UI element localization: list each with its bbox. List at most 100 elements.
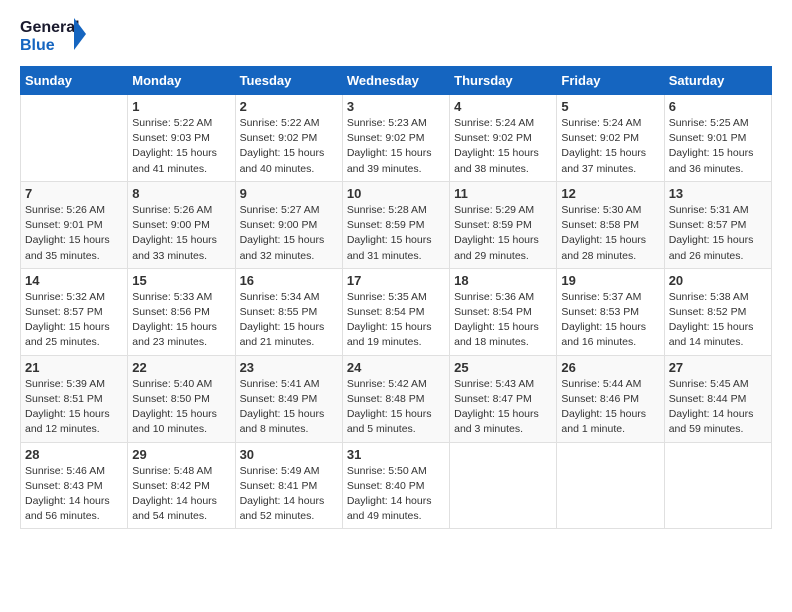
cell-details: Sunrise: 5:22 AMSunset: 9:03 PMDaylight:… bbox=[132, 116, 230, 177]
cell-details: Sunrise: 5:24 AMSunset: 9:02 PMDaylight:… bbox=[561, 116, 659, 177]
cell-details: Sunrise: 5:45 AMSunset: 8:44 PMDaylight:… bbox=[669, 377, 767, 438]
calendar-cell: 20Sunrise: 5:38 AMSunset: 8:52 PMDayligh… bbox=[664, 268, 771, 355]
day-number: 26 bbox=[561, 360, 659, 375]
day-number: 4 bbox=[454, 99, 552, 114]
calendar-cell: 28 Sunrise: 5:46 AMSunset: 8:43 PMDayligh… bbox=[21, 442, 128, 529]
calendar-week-row: 21 Sunrise: 5:39 AMSunset: 8:51 PMDayligh… bbox=[21, 355, 772, 442]
cell-details: Sunrise: 5:37 AMSunset: 8:53 PMDaylight:… bbox=[561, 290, 659, 351]
cell-details: Sunrise: 5:25 AMSunset: 9:01 PMDaylight:… bbox=[669, 116, 767, 177]
cell-details: Sunrise: 5:35 AMSunset: 8:54 PMDaylight:… bbox=[347, 290, 445, 351]
calendar-cell: 9Sunrise: 5:27 AMSunset: 9:00 PMDaylight… bbox=[235, 181, 342, 268]
calendar-cell: 11 Sunrise: 5:29 AMSunset: 8:59 PMDayligh… bbox=[450, 181, 557, 268]
calendar-cell: 22 Sunrise: 5:40 AMSunset: 8:50 PMDayligh… bbox=[128, 355, 235, 442]
day-number: 23 bbox=[240, 360, 338, 375]
day-number: 6 bbox=[669, 99, 767, 114]
cell-details: Sunrise: 5:24 AMSunset: 9:02 PMDaylight:… bbox=[454, 116, 552, 177]
cell-details: Sunrise: 5:44 AMSunset: 8:46 PMDaylight:… bbox=[561, 377, 659, 438]
cell-details: Sunrise: 5:36 AMSunset: 8:54 PMDaylight:… bbox=[454, 290, 552, 351]
day-number: 5 bbox=[561, 99, 659, 114]
cell-details: Sunrise: 5:33 AMSunset: 8:56 PMDaylight:… bbox=[132, 290, 230, 351]
day-number: 19 bbox=[561, 273, 659, 288]
cell-details: Sunrise: 5:31 AMSunset: 8:57 PMDaylight:… bbox=[669, 203, 767, 264]
calendar-cell: 16 Sunrise: 5:34 AMSunset: 8:55 PMDayligh… bbox=[235, 268, 342, 355]
day-number: 18 bbox=[454, 273, 552, 288]
calendar-cell: 1 Sunrise: 5:22 AMSunset: 9:03 PMDaylight… bbox=[128, 95, 235, 182]
day-number: 30 bbox=[240, 447, 338, 462]
svg-text:Blue: Blue bbox=[20, 37, 55, 54]
calendar-cell: 12 Sunrise: 5:30 AMSunset: 8:58 PMDayligh… bbox=[557, 181, 664, 268]
weekday-header: Friday bbox=[557, 67, 664, 95]
calendar-cell bbox=[450, 442, 557, 529]
cell-details: Sunrise: 5:46 AMSunset: 8:43 PMDaylight:… bbox=[25, 464, 123, 525]
day-number: 13 bbox=[669, 186, 767, 201]
day-number: 24 bbox=[347, 360, 445, 375]
cell-details: Sunrise: 5:42 AMSunset: 8:48 PMDaylight:… bbox=[347, 377, 445, 438]
cell-details: Sunrise: 5:50 AMSunset: 8:40 PMDaylight:… bbox=[347, 464, 445, 525]
cell-details: Sunrise: 5:48 AMSunset: 8:42 PMDaylight:… bbox=[132, 464, 230, 525]
calendar-cell: 15 Sunrise: 5:33 AMSunset: 8:56 PMDayligh… bbox=[128, 268, 235, 355]
calendar-cell: 19 Sunrise: 5:37 AMSunset: 8:53 PMDayligh… bbox=[557, 268, 664, 355]
day-number: 14 bbox=[25, 273, 123, 288]
day-number: 25 bbox=[454, 360, 552, 375]
calendar-cell: 7 Sunrise: 5:26 AMSunset: 9:01 PMDaylight… bbox=[21, 181, 128, 268]
calendar-cell: 27 Sunrise: 5:45 AMSunset: 8:44 PMDayligh… bbox=[664, 355, 771, 442]
calendar-cell: 5 Sunrise: 5:24 AMSunset: 9:02 PMDaylight… bbox=[557, 95, 664, 182]
day-number: 17 bbox=[347, 273, 445, 288]
cell-details: Sunrise: 5:34 AMSunset: 8:55 PMDaylight:… bbox=[240, 290, 338, 351]
cell-details: Sunrise: 5:41 AMSunset: 8:49 PMDaylight:… bbox=[240, 377, 338, 438]
weekday-header: Monday bbox=[128, 67, 235, 95]
cell-details: Sunrise: 5:27 AMSunset: 9:00 PMDaylight:… bbox=[240, 203, 338, 264]
calendar-cell: 31 Sunrise: 5:50 AMSunset: 8:40 PMDayligh… bbox=[342, 442, 449, 529]
cell-details: Sunrise: 5:39 AMSunset: 8:51 PMDaylight:… bbox=[25, 377, 123, 438]
calendar-cell: 10Sunrise: 5:28 AMSunset: 8:59 PMDayligh… bbox=[342, 181, 449, 268]
calendar-cell bbox=[664, 442, 771, 529]
day-number: 31 bbox=[347, 447, 445, 462]
cell-details: Sunrise: 5:29 AMSunset: 8:59 PMDaylight:… bbox=[454, 203, 552, 264]
logo-svg: GeneralBlue bbox=[20, 16, 90, 56]
weekday-header: Sunday bbox=[21, 67, 128, 95]
calendar-cell: 23 Sunrise: 5:41 AMSunset: 8:49 PMDayligh… bbox=[235, 355, 342, 442]
calendar-cell: 29Sunrise: 5:48 AMSunset: 8:42 PMDayligh… bbox=[128, 442, 235, 529]
calendar-week-row: 14 Sunrise: 5:32 AMSunset: 8:57 PMDayligh… bbox=[21, 268, 772, 355]
svg-text:General: General bbox=[20, 19, 80, 36]
weekday-header: Wednesday bbox=[342, 67, 449, 95]
day-number: 21 bbox=[25, 360, 123, 375]
day-number: 3 bbox=[347, 99, 445, 114]
day-number: 7 bbox=[25, 186, 123, 201]
weekday-header-row: SundayMondayTuesdayWednesdayThursdayFrid… bbox=[21, 67, 772, 95]
calendar-table: SundayMondayTuesdayWednesdayThursdayFrid… bbox=[20, 66, 772, 529]
calendar-cell: 3 Sunrise: 5:23 AMSunset: 9:02 PMDaylight… bbox=[342, 95, 449, 182]
weekday-header: Thursday bbox=[450, 67, 557, 95]
cell-details: Sunrise: 5:40 AMSunset: 8:50 PMDaylight:… bbox=[132, 377, 230, 438]
weekday-header: Tuesday bbox=[235, 67, 342, 95]
calendar-cell: 6 Sunrise: 5:25 AMSunset: 9:01 PMDaylight… bbox=[664, 95, 771, 182]
day-number: 10 bbox=[347, 186, 445, 201]
day-number: 16 bbox=[240, 273, 338, 288]
cell-details: Sunrise: 5:23 AMSunset: 9:02 PMDaylight:… bbox=[347, 116, 445, 177]
calendar-cell: 18 Sunrise: 5:36 AMSunset: 8:54 PMDayligh… bbox=[450, 268, 557, 355]
calendar-cell: 26 Sunrise: 5:44 AMSunset: 8:46 PMDayligh… bbox=[557, 355, 664, 442]
cell-details: Sunrise: 5:30 AMSunset: 8:58 PMDaylight:… bbox=[561, 203, 659, 264]
day-number: 22 bbox=[132, 360, 230, 375]
day-number: 28 bbox=[25, 447, 123, 462]
calendar-cell bbox=[21, 95, 128, 182]
calendar-week-row: 7 Sunrise: 5:26 AMSunset: 9:01 PMDaylight… bbox=[21, 181, 772, 268]
logo: GeneralBlue bbox=[20, 16, 90, 56]
calendar-cell bbox=[557, 442, 664, 529]
calendar-cell: 2Sunrise: 5:22 AMSunset: 9:02 PMDaylight… bbox=[235, 95, 342, 182]
calendar-cell: 21 Sunrise: 5:39 AMSunset: 8:51 PMDayligh… bbox=[21, 355, 128, 442]
calendar-week-row: 1 Sunrise: 5:22 AMSunset: 9:03 PMDaylight… bbox=[21, 95, 772, 182]
cell-details: Sunrise: 5:26 AMSunset: 9:00 PMDaylight:… bbox=[132, 203, 230, 264]
day-number: 27 bbox=[669, 360, 767, 375]
day-number: 20 bbox=[669, 273, 767, 288]
calendar-cell: 30Sunrise: 5:49 AMSunset: 8:41 PMDayligh… bbox=[235, 442, 342, 529]
day-number: 2 bbox=[240, 99, 338, 114]
day-number: 1 bbox=[132, 99, 230, 114]
calendar-cell: 24 Sunrise: 5:42 AMSunset: 8:48 PMDayligh… bbox=[342, 355, 449, 442]
calendar-cell: 17 Sunrise: 5:35 AMSunset: 8:54 PMDayligh… bbox=[342, 268, 449, 355]
cell-details: Sunrise: 5:32 AMSunset: 8:57 PMDaylight:… bbox=[25, 290, 123, 351]
day-number: 15 bbox=[132, 273, 230, 288]
cell-details: Sunrise: 5:26 AMSunset: 9:01 PMDaylight:… bbox=[25, 203, 123, 264]
day-number: 12 bbox=[561, 186, 659, 201]
day-number: 11 bbox=[454, 186, 552, 201]
